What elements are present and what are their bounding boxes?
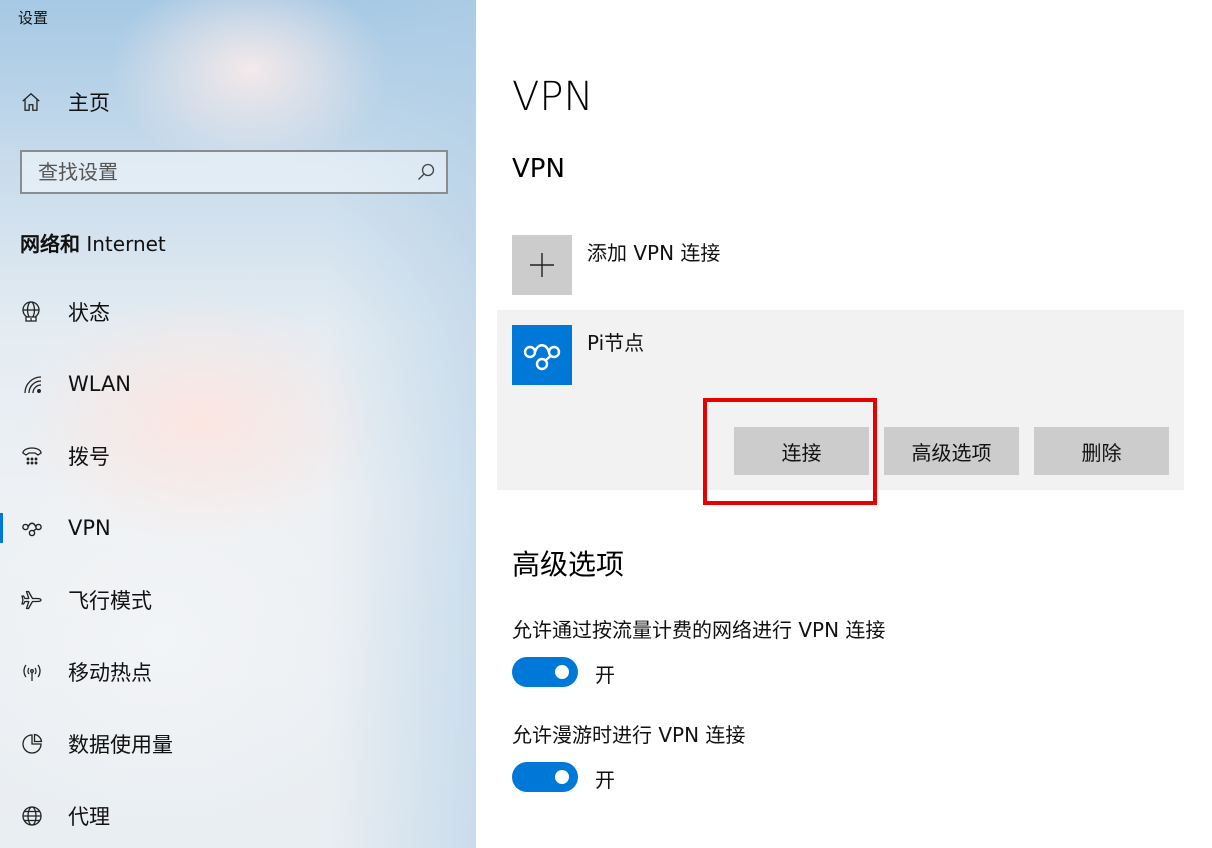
sidebar: 设置 主页 网络和 Internet 状态 WLAN 拨号 V <box>0 0 476 848</box>
delete-button[interactable]: 删除 <box>1034 427 1169 475</box>
sidebar-item-status[interactable]: 状态 <box>0 290 476 334</box>
search-box[interactable] <box>20 150 448 194</box>
sidebar-item-data-usage[interactable]: 数据使用量 <box>0 722 476 766</box>
advanced-options-heading: 高级选项 <box>512 548 625 581</box>
search-icon[interactable] <box>416 162 436 182</box>
sidebar-home-label: 主页 <box>68 91 110 115</box>
roaming-option-label: 允许漫游时进行 VPN 连接 <box>512 723 746 747</box>
sidebar-item-dialup[interactable]: 拨号 <box>0 434 476 478</box>
toggle-knob <box>555 665 569 679</box>
metered-network-toggle[interactable] <box>512 657 578 687</box>
main-content: VPN VPN 添加 VPN 连接 Pi节点 连接 高级选项 删除 高级选项 允… <box>476 0 1212 848</box>
sidebar-item-proxy[interactable]: 代理 <box>0 794 476 838</box>
page-title: VPN <box>512 74 594 120</box>
sidebar-item-label: WLAN <box>68 372 132 396</box>
search-input[interactable] <box>22 152 408 192</box>
add-vpn-label[interactable]: 添加 VPN 连接 <box>587 237 720 266</box>
sidebar-item-mobile-hotspot[interactable]: 移动热点 <box>0 650 476 694</box>
connect-button[interactable]: 连接 <box>734 427 869 475</box>
home-icon <box>22 92 40 111</box>
section-title-rest: Internet <box>80 232 166 256</box>
airplane-icon <box>18 586 46 614</box>
section-title-bold: 网络和 <box>20 232 80 256</box>
status-globe-icon <box>18 298 46 326</box>
metered-network-option-label: 允许通过按流量计费的网络进行 VPN 连接 <box>512 618 886 642</box>
data-usage-icon <box>18 730 46 758</box>
wifi-icon <box>18 370 46 398</box>
metered-network-toggle-state: 开 <box>595 663 615 687</box>
roaming-toggle[interactable] <box>512 762 578 792</box>
plus-icon <box>530 253 554 277</box>
sidebar-item-label: 状态 <box>68 301 110 325</box>
advanced-options-button[interactable]: 高级选项 <box>884 427 1019 475</box>
sidebar-item-label: 飞行模式 <box>68 589 152 613</box>
sidebar-item-label: 代理 <box>68 805 110 829</box>
toggle-knob <box>555 770 569 784</box>
section-heading: VPN <box>512 154 565 184</box>
sidebar-item-label: 拨号 <box>68 445 110 469</box>
vpn-connection-name: Pi节点 <box>587 331 645 355</box>
section-title: 网络和 Internet <box>20 228 166 257</box>
sidebar-item-label: 数据使用量 <box>68 733 173 757</box>
vpn-connection-icon <box>512 325 572 385</box>
sidebar-home[interactable]: 主页 <box>20 84 110 120</box>
sidebar-item-wlan[interactable]: WLAN <box>0 362 476 406</box>
vpn-connection-card[interactable]: Pi节点 连接 高级选项 删除 <box>497 310 1184 490</box>
app-title: 设置 <box>18 9 49 27</box>
sidebar-item-label: VPN <box>68 516 111 540</box>
dial-up-icon <box>18 442 46 470</box>
proxy-globe-icon <box>18 802 46 830</box>
hotspot-icon <box>18 658 46 686</box>
sidebar-item-label: 移动热点 <box>68 661 152 685</box>
roaming-toggle-state: 开 <box>595 768 615 792</box>
sidebar-item-vpn[interactable]: VPN <box>0 506 476 550</box>
add-vpn-button[interactable] <box>512 235 572 295</box>
vpn-icon <box>18 514 46 542</box>
sidebar-item-airplane-mode[interactable]: 飞行模式 <box>0 578 476 622</box>
